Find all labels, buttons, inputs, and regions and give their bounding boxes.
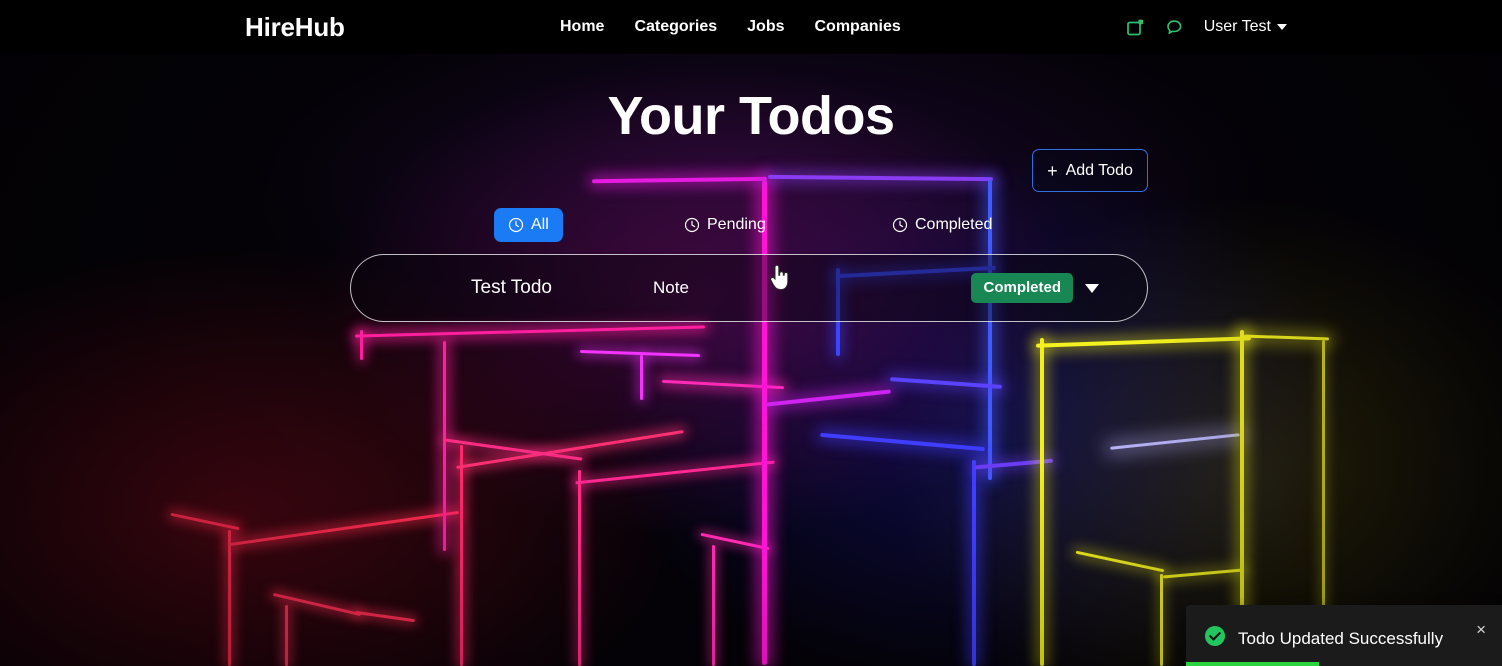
chat-bubble-icon[interactable]	[1165, 18, 1184, 37]
todo-note: Note	[653, 278, 689, 297]
tab-completed[interactable]: Completed	[878, 208, 1006, 242]
clock-icon	[684, 217, 700, 233]
close-icon[interactable]: ×	[1476, 621, 1486, 638]
nav-link-companies[interactable]: Companies	[815, 18, 901, 36]
todo-title: Test Todo	[471, 277, 552, 298]
status-dropdown-caret-icon[interactable]	[1085, 283, 1099, 293]
toast-progress-bar	[1186, 662, 1319, 666]
top-navbar: HireHub Home Categories Jobs Companies U…	[0, 0, 1502, 54]
navbar-right-group: User Test	[1126, 18, 1287, 37]
nav-link-jobs[interactable]: Jobs	[747, 18, 784, 36]
status-badge[interactable]: Completed	[971, 273, 1073, 303]
tab-all[interactable]: All	[494, 208, 563, 242]
user-menu-dropdown[interactable]: User Test	[1204, 18, 1287, 36]
user-menu-label: User Test	[1203, 18, 1271, 35]
filter-tabs: All Pending Completed	[350, 206, 1150, 244]
nav-links: Home Categories Jobs Companies	[560, 18, 901, 36]
nav-link-home[interactable]: Home	[560, 18, 604, 36]
brand-logo[interactable]: HireHub	[245, 12, 345, 43]
plus-icon: +	[1047, 160, 1058, 181]
page-title: Your Todos	[607, 86, 895, 146]
chevron-down-icon	[1277, 24, 1287, 30]
app-root: HireHub Home Categories Jobs Companies U…	[0, 0, 1502, 666]
toast-body: Todo Updated Successfully	[1186, 605, 1502, 652]
toast-progress-track	[1186, 662, 1502, 666]
add-todo-button[interactable]: + Add Todo	[1032, 149, 1148, 192]
add-todo-label: Add Todo	[1065, 161, 1133, 179]
todo-list-item[interactable]: Test Todo Note Completed	[350, 254, 1148, 322]
tab-pending-label: Pending	[707, 216, 766, 233]
clock-icon	[508, 217, 524, 233]
toast-notification: Todo Updated Successfully ×	[1186, 605, 1502, 666]
toast-message: Todo Updated Successfully	[1238, 628, 1444, 648]
nav-link-categories[interactable]: Categories	[634, 18, 717, 36]
open-in-new-icon[interactable]	[1126, 18, 1145, 37]
clock-icon	[892, 217, 908, 233]
tab-completed-label: Completed	[915, 216, 993, 233]
circle-check-icon	[1204, 625, 1226, 652]
todo-status-group: Completed	[971, 273, 1099, 303]
main-content: Your Todos + Add Todo All Pending Comple…	[0, 54, 1502, 666]
tab-all-label: All	[531, 216, 549, 233]
tab-pending[interactable]: Pending	[670, 208, 780, 242]
